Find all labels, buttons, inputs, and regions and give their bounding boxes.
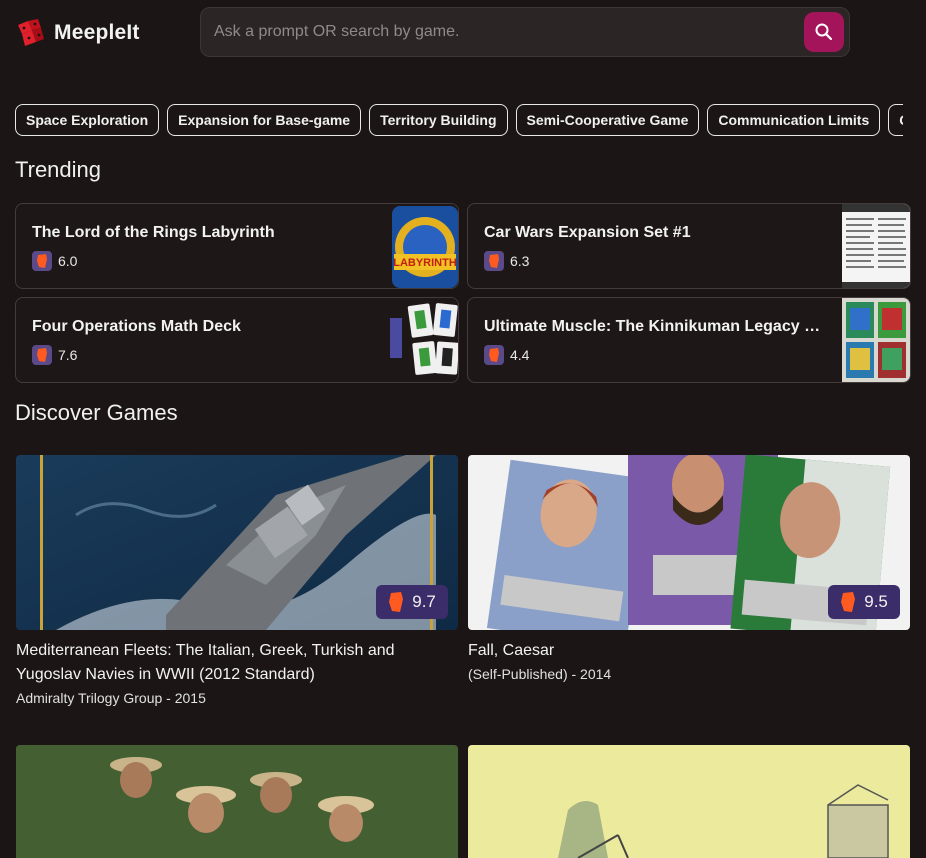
search-icon	[815, 23, 833, 41]
meeple-shield-icon	[484, 345, 504, 365]
discover-heading: Discover Games	[15, 400, 178, 425]
brand-logo[interactable]: MeepleIt	[14, 17, 140, 49]
rating-value: 4.4	[510, 347, 530, 363]
game-name: The Lord of the Rings Labyrinth	[32, 224, 275, 241]
game-name: Car Wars Expansion Set #1	[484, 224, 691, 241]
game-rating: 6.3	[484, 251, 529, 271]
game-card[interactable]	[468, 745, 910, 858]
score-badge: 9.7	[376, 585, 448, 619]
game-card[interactable]	[16, 745, 458, 858]
game-title: Fall, Caesar	[468, 642, 555, 659]
meeple-shield-icon	[32, 345, 52, 365]
game-cover-image: 9.7	[16, 455, 458, 630]
trending-card[interactable]: Car Wars Expansion Set #1 6.3	[467, 203, 911, 289]
game-cover-image: 9.5	[468, 455, 910, 630]
chip-communication-limits[interactable]: Communication Limits	[707, 104, 881, 136]
meeple-shield-icon	[32, 251, 52, 271]
search-bar	[200, 7, 850, 57]
search-input[interactable]	[201, 8, 804, 56]
trending-card[interactable]: Ultimate Muscle: The Kinnikuman Legacy B…	[467, 297, 911, 383]
chip-civilization[interactable]: Civilization	[888, 104, 903, 136]
game-card[interactable]: 9.5 Fall, Caesar (Self-Published) - 2014	[468, 455, 910, 682]
meeple-shield-icon	[389, 591, 404, 612]
game-cover-image	[468, 745, 910, 858]
meeple-shield-icon	[841, 591, 856, 612]
game-thumbnail	[842, 204, 910, 288]
score-badge: 9.5	[828, 585, 900, 619]
chip-semi-cooperative-game[interactable]: Semi-Cooperative Game	[515, 104, 700, 136]
trending-card[interactable]: Four Operations Math Deck 7.6	[15, 297, 459, 383]
search-button[interactable]	[804, 12, 844, 52]
game-thumbnail	[390, 298, 458, 382]
meeple-shield-icon	[484, 251, 504, 271]
chip-expansion-for-base-game[interactable]: Expansion for Base-game	[167, 104, 362, 136]
game-title: Mediterranean Fleets: The Italian, Greek…	[16, 642, 395, 683]
category-chips: Space Exploration Expansion for Base-gam…	[15, 104, 903, 136]
game-thumbnail: LABYRINTH	[390, 204, 458, 288]
game-card[interactable]: 9.7 Mediterranean Fleets: The Italian, G…	[16, 455, 458, 706]
chip-territory-building[interactable]: Territory Building	[369, 104, 508, 136]
score-value: 9.5	[864, 592, 888, 611]
dice-logo-icon	[18, 19, 44, 46]
rating-value: 7.6	[58, 347, 78, 363]
game-thumbnail	[842, 298, 910, 382]
trending-card[interactable]: The Lord of the Rings Labyrinth 6.0 LABY…	[15, 203, 459, 289]
game-rating: 7.6	[32, 345, 77, 365]
rating-value: 6.3	[510, 253, 530, 269]
game-rating: 6.0	[32, 251, 77, 271]
game-publisher: Admiralty Trilogy Group - 2015	[16, 690, 206, 706]
trending-heading: Trending	[15, 157, 102, 182]
game-cover-image	[16, 745, 458, 858]
game-name: Four Operations Math Deck	[32, 318, 241, 335]
score-value: 9.7	[412, 592, 436, 611]
rating-value: 6.0	[58, 253, 78, 269]
game-rating: 4.4	[484, 345, 529, 365]
brand-name: MeepleIt	[54, 21, 140, 44]
chip-space-exploration[interactable]: Space Exploration	[15, 104, 160, 136]
game-name: Ultimate Muscle: The Kinnikuman Legacy B…	[484, 318, 824, 335]
svg-text:LABYRINTH: LABYRINTH	[393, 257, 457, 269]
game-publisher: (Self-Published) - 2014	[468, 666, 612, 682]
